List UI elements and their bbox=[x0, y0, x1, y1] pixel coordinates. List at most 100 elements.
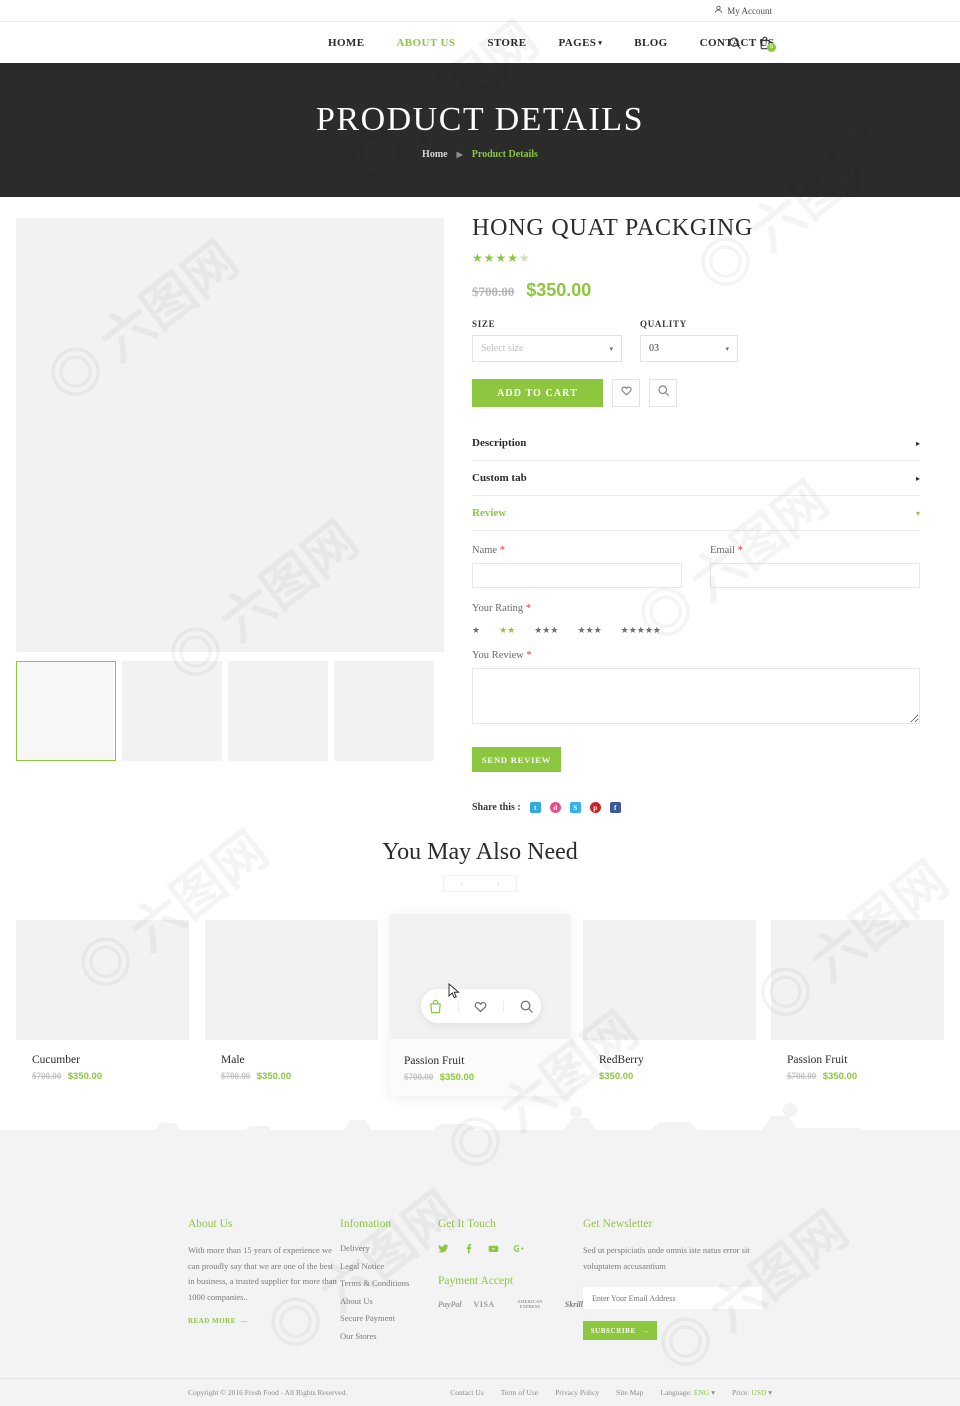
footer-columns: About Us With more than 15 years of expe… bbox=[0, 1218, 960, 1348]
breadcrumb-current: Product Details bbox=[471, 148, 538, 160]
rating-option-4[interactable]: ★★★ bbox=[577, 625, 601, 636]
tab-review[interactable]: Review ▾ bbox=[472, 496, 920, 531]
carousel-prev-button[interactable]: ‹ bbox=[444, 876, 480, 891]
chevron-down-icon: ▾ bbox=[711, 1388, 715, 1397]
read-more-link[interactable]: READ MORE — bbox=[188, 1317, 340, 1325]
shopping-bag-icon[interactable]: 5 bbox=[758, 36, 776, 52]
required-mark: * bbox=[499, 545, 505, 556]
rating-label: Your Rating * bbox=[472, 603, 920, 614]
search-icon bbox=[657, 384, 670, 402]
nav-item-blog[interactable]: BLOG bbox=[618, 37, 683, 49]
carousel-next-button[interactable]: › bbox=[480, 876, 516, 891]
nav-item-store[interactable]: STORE bbox=[471, 37, 542, 49]
wishlist-button[interactable] bbox=[612, 379, 640, 407]
rating-option-3[interactable]: ★★★ bbox=[534, 625, 558, 636]
review-email-input[interactable] bbox=[710, 563, 920, 588]
product-card[interactable]: RedBerry $350.00 bbox=[583, 920, 756, 1082]
shopping-bag-icon[interactable] bbox=[428, 999, 443, 1014]
nav-item-about-us[interactable]: ABOUT US bbox=[380, 37, 471, 49]
footer-link-our-stores[interactable]: Our Stores bbox=[340, 1331, 438, 1341]
footer-link-secure-payment[interactable]: Secure Payment bbox=[340, 1313, 438, 1323]
footer-about-text: With more than 15 years of experience we… bbox=[188, 1245, 337, 1303]
footer-payment-title: Payment Accept bbox=[438, 1275, 514, 1287]
footer-information: Infomation Delivery Legal Notice Terms &… bbox=[340, 1218, 438, 1348]
product-card-image bbox=[205, 920, 378, 1040]
twitter-icon[interactable] bbox=[438, 1243, 449, 1254]
product-card-name: Passion Fruit bbox=[787, 1054, 848, 1066]
chevron-right-icon: ▸ bbox=[915, 473, 920, 483]
rating-option-1[interactable]: ★ bbox=[472, 625, 480, 636]
language-selector[interactable]: Language: ENG ▾ bbox=[660, 1388, 715, 1397]
nav-item-pages[interactable]: PAGES ▾ bbox=[542, 37, 618, 49]
review-name-input[interactable] bbox=[472, 563, 682, 588]
product-main-image[interactable] bbox=[16, 218, 444, 652]
heart-icon[interactable] bbox=[473, 999, 488, 1014]
search-icon[interactable] bbox=[519, 999, 534, 1014]
rating-option-5[interactable]: ★★★★★ bbox=[621, 625, 661, 636]
facebook-icon[interactable]: f bbox=[609, 802, 621, 813]
product-card[interactable]: Cucumber $700.00 $350.00 bbox=[16, 920, 189, 1082]
nav-item-home[interactable]: HOME bbox=[312, 37, 380, 49]
currency-value: USD bbox=[751, 1388, 767, 1397]
nav-label: STORE bbox=[487, 36, 527, 49]
review-text-group: You Review * bbox=[472, 650, 920, 729]
footer-link-privacy-policy[interactable]: Privacy Policy bbox=[555, 1388, 599, 1397]
footer-get-in-touch: Get It Touch Payment Accept PayPal VISA … bbox=[438, 1218, 583, 1348]
review-label-text: You Review bbox=[472, 650, 524, 661]
quantity-stepper[interactable]: 03 ▾ bbox=[640, 335, 738, 362]
pinterest-icon[interactable]: p bbox=[589, 802, 601, 813]
footer-link-legal-notice[interactable]: Legal Notice bbox=[340, 1261, 438, 1271]
product-thumbnail[interactable] bbox=[334, 661, 434, 761]
skype-icon[interactable]: S bbox=[569, 802, 581, 813]
footer-link-contact-us[interactable]: Contact Us bbox=[450, 1388, 484, 1397]
share-bar: Share this : t d S p f bbox=[472, 802, 920, 813]
product-card[interactable]: Male $700.00 $350.00 bbox=[205, 920, 378, 1082]
currency-selector[interactable]: Price: USD ▾ bbox=[732, 1388, 772, 1397]
product-thumbnail[interactable] bbox=[228, 661, 328, 761]
rating-option-2[interactable]: ★★ bbox=[499, 625, 515, 636]
footer-link-terms[interactable]: Terms & Conditions bbox=[340, 1278, 438, 1288]
footer-link-about-us[interactable]: About Us bbox=[340, 1296, 438, 1306]
footer-link-delivery[interactable]: Delivery bbox=[340, 1243, 438, 1253]
footer-link-site-map[interactable]: Site Map bbox=[616, 1388, 643, 1397]
breadcrumb-home[interactable]: Home bbox=[422, 149, 448, 160]
add-to-cart-button[interactable]: ADD TO CART bbox=[472, 379, 603, 407]
share-label: Share this : bbox=[472, 802, 521, 813]
tab-custom[interactable]: Custom tab ▸ bbox=[472, 461, 920, 496]
language-value: ENG bbox=[693, 1388, 710, 1397]
tab-description[interactable]: Description ▸ bbox=[472, 426, 920, 461]
review-email-field-group: Email * bbox=[710, 545, 920, 588]
newsletter-email-input[interactable] bbox=[583, 1287, 762, 1310]
product-card-image bbox=[16, 920, 189, 1040]
footer-link-term-of-use[interactable]: Term of Use bbox=[501, 1388, 538, 1397]
subscribe-button[interactable]: SUBSCRIBE → bbox=[583, 1321, 657, 1341]
tab-label: Description bbox=[472, 437, 527, 449]
product-thumbnail[interactable] bbox=[16, 661, 116, 761]
review-text-label: You Review * bbox=[472, 650, 920, 661]
breadcrumb-separator-icon: ▶ bbox=[456, 149, 463, 159]
youtube-icon[interactable] bbox=[488, 1243, 499, 1254]
product-thumbnails bbox=[16, 661, 444, 761]
main-navigation: HOME ABOUT US STORE PAGES ▾ BLOG CONTACT … bbox=[0, 22, 960, 63]
search-icon[interactable] bbox=[728, 36, 742, 50]
google-plus-icon[interactable] bbox=[513, 1243, 524, 1254]
product-thumbnail[interactable] bbox=[122, 661, 222, 761]
my-account-label: My Account bbox=[727, 5, 772, 16]
size-select[interactable]: Select size ▾ bbox=[472, 335, 622, 362]
facebook-icon[interactable] bbox=[463, 1243, 474, 1254]
dribbble-icon[interactable]: d bbox=[549, 802, 561, 813]
chevron-down-icon: ▾ bbox=[768, 1388, 772, 1397]
review-textarea[interactable] bbox=[472, 668, 920, 724]
copyright-bar: Copyright © 2016 Fresh Food - All Rights… bbox=[0, 1378, 960, 1406]
stepper-arrows-icon[interactable]: ▾ bbox=[725, 345, 729, 353]
product-rating-stars: ★★★★★ bbox=[472, 251, 531, 265]
quick-view-button[interactable] bbox=[649, 379, 677, 407]
size-label: SIZE bbox=[472, 319, 496, 329]
tab-label: Review bbox=[472, 507, 507, 519]
product-card[interactable]: Passion Fruit $700.00 $350.00 bbox=[771, 920, 944, 1082]
my-account-link[interactable]: My Account bbox=[714, 5, 772, 16]
twitter-icon[interactable]: t bbox=[529, 802, 541, 813]
product-card-image bbox=[771, 920, 944, 1040]
send-review-button[interactable]: SEND REVIEW bbox=[472, 747, 561, 772]
product-card-hover-actions bbox=[421, 989, 541, 1023]
